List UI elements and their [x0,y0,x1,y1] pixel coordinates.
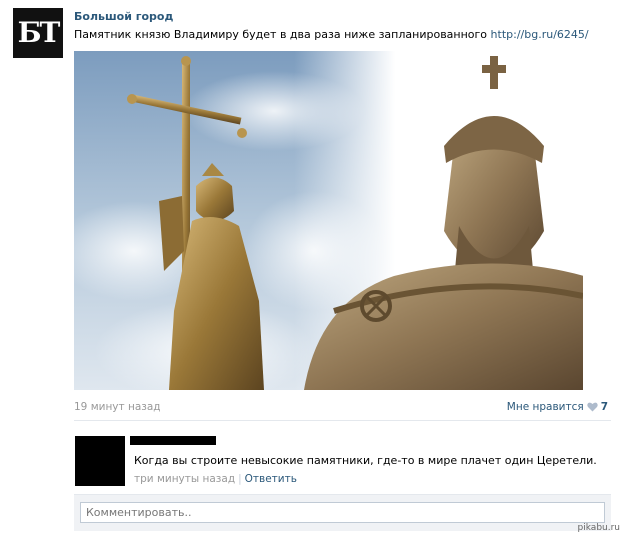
like-label: Мне нравится [506,401,584,413]
comment-avatar-redacted[interactable] [75,436,125,486]
post-text: Памятник князю Владимиру будет в два раз… [74,28,589,41]
watermark: pikabu.ru [577,523,620,533]
post-author[interactable]: Большой город [74,10,173,23]
separator: | [238,473,242,485]
post-image[interactable] [74,51,583,390]
comment-meta: три минуты назад | Ответить [134,473,297,485]
monument-illustration [74,51,583,390]
reply-link[interactable]: Ответить [245,473,297,485]
reply-box: Комментировать.. [74,494,611,531]
comment-timestamp[interactable]: три минуты назад [134,473,235,485]
post-timestamp[interactable]: 19 минут назад [74,401,161,413]
comment-author-redacted[interactable] [130,436,216,445]
heart-icon [587,402,598,412]
group-avatar[interactable]: БТ [13,8,63,58]
comment-input[interactable]: Комментировать.. [80,502,605,523]
like-count: 7 [600,401,608,413]
group-avatar-logo: БТ [17,16,61,49]
post-body: Памятник князю Владимиру будет в два раз… [74,28,488,41]
post-link[interactable]: http://bg.ru/6245/ [491,28,589,41]
like-button[interactable]: Мне нравится 7 [507,401,608,413]
divider [74,420,611,421]
comment-text: Когда вы строите невысокие памятники, гд… [134,454,597,467]
